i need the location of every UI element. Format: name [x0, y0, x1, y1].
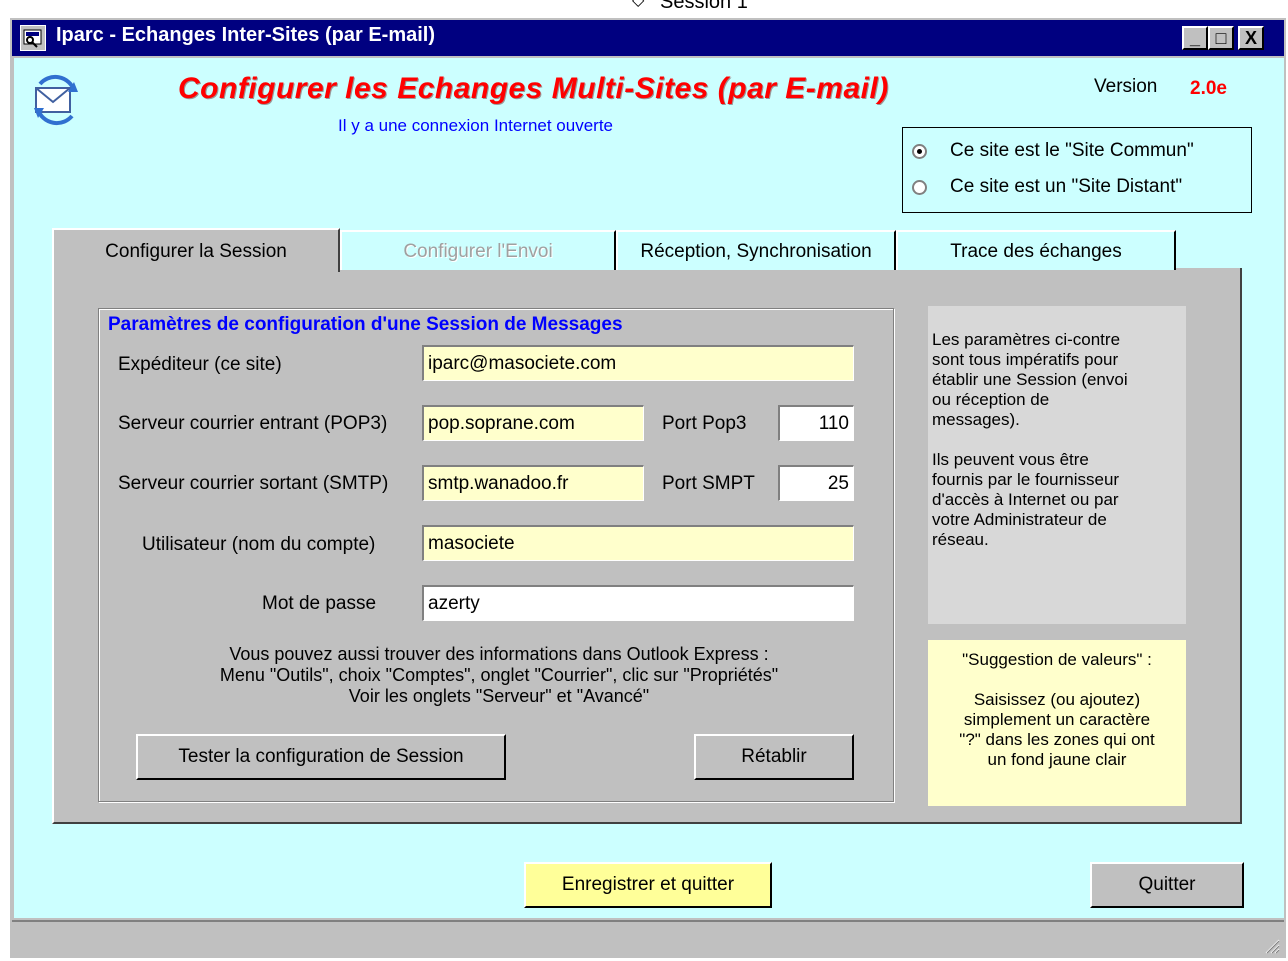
info-line-2: Menu "Outils", choix "Comptes", onglet "…	[219, 665, 779, 685]
info-line-1: Vous pouvez aussi trouver des informatio…	[229, 644, 769, 664]
suggestion-text: "Suggestion de valeurs" : Saisissez (ou …	[959, 650, 1155, 769]
info-line-3: Voir les onglets "Serveur" et "Avancé"	[348, 686, 650, 706]
maximize-button[interactable]: □	[1208, 26, 1234, 50]
email-sync-icon	[30, 74, 82, 126]
app-window-icon[interactable]	[20, 25, 46, 51]
help-text: Les paramètres ci-contre sont tous impér…	[932, 330, 1128, 549]
session-label: Session 1	[660, 0, 748, 13]
connection-status: Il y a une connexion Internet ouverte	[338, 116, 614, 135]
page-heading: Configurer les Echanges Multi-Sites (par…	[178, 72, 889, 105]
test-session-button[interactable]: Tester la configuration de Session	[136, 734, 506, 780]
save-and-quit-button[interactable]: Enregistrer et quitter	[524, 862, 772, 908]
close-button[interactable]: X	[1238, 26, 1264, 50]
version-label: Version	[1094, 76, 1158, 97]
radio-site-commun-label[interactable]: Ce site est le "Site Commun"	[950, 140, 1194, 162]
pop3-port-field[interactable]	[778, 405, 854, 441]
tab-reception-synchronisation[interactable]: Réception, Synchronisation	[616, 230, 896, 270]
user-label: Utilisateur (nom du compte)	[142, 534, 376, 555]
pop3-port-label: Port Pop3	[662, 413, 747, 434]
pop3-server-field[interactable]	[422, 405, 644, 441]
resize-grip-icon[interactable]	[1262, 936, 1280, 954]
window-title: Iparc - Echanges Inter-Sites (par E-mail…	[56, 24, 435, 46]
outlook-info: Vous pouvez aussi trouver des informatio…	[134, 644, 864, 707]
group-title: Paramètres de configuration d'une Sessio…	[108, 314, 623, 335]
radio-site-distant[interactable]	[912, 180, 927, 195]
radio-site-commun[interactable]	[912, 144, 927, 159]
smtp-label: Serveur courrier sortant (SMTP)	[118, 473, 389, 494]
password-field[interactable]	[422, 585, 854, 621]
pop3-label: Serveur courrier entrant (POP3)	[118, 413, 388, 434]
user-field[interactable]	[422, 525, 854, 561]
smtp-port-field[interactable]	[778, 465, 854, 501]
reset-button[interactable]: Rétablir	[694, 734, 854, 780]
title-bar[interactable]: Iparc - Echanges Inter-Sites (par E-mail…	[12, 20, 1284, 56]
diamond-icon: ◇	[632, 0, 645, 9]
quit-button[interactable]: Quitter	[1090, 862, 1244, 908]
sender-label: Expéditeur (ce site)	[118, 354, 282, 375]
background-strip: Session 1 ◇	[0, 0, 1288, 20]
radio-site-distant-label[interactable]: Ce site est un "Site Distant"	[950, 176, 1182, 198]
password-label: Mot de passe	[262, 593, 377, 614]
sender-field[interactable]	[422, 345, 854, 381]
tab-configurer-session[interactable]: Configurer la Session	[52, 228, 340, 272]
version-value: 2.0e	[1190, 78, 1227, 99]
smtp-port-label: Port SMPT	[662, 473, 755, 494]
minimize-button[interactable]: _	[1182, 26, 1208, 50]
tab-trace-echanges[interactable]: Trace des échanges	[896, 230, 1176, 270]
smtp-server-field[interactable]	[422, 465, 644, 501]
status-bar	[12, 920, 1284, 958]
tab-configurer-envoi[interactable]: Configurer l'Envoi	[340, 230, 616, 270]
